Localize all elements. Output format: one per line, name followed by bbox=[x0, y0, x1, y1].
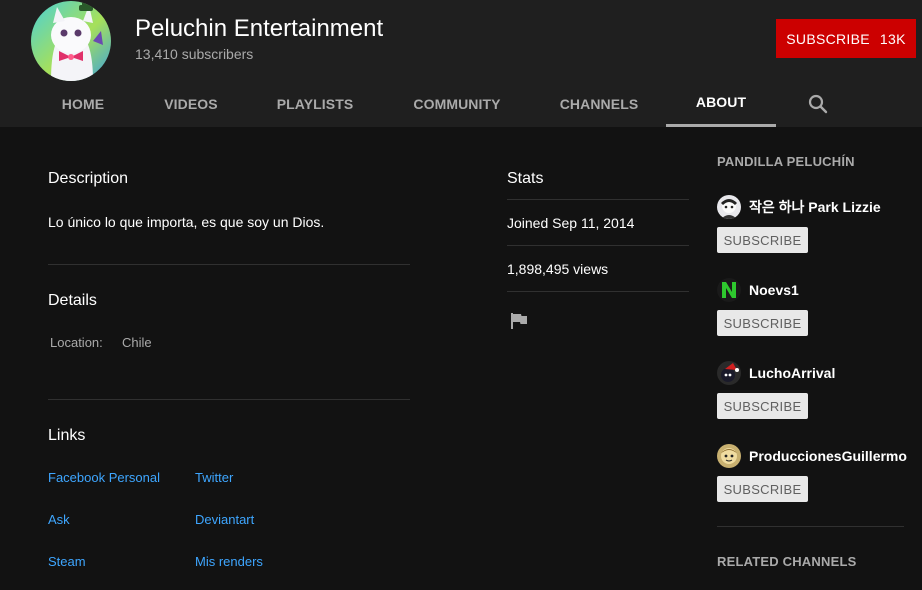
channel-avatar[interactable] bbox=[717, 278, 741, 302]
featured-channel-name[interactable]: LuchoArrival bbox=[749, 365, 835, 381]
channel-header: Peluchin Entertainment 13,410 subscriber… bbox=[0, 0, 922, 127]
subscribe-label: SUBSCRIBE bbox=[786, 30, 870, 47]
description-text: Lo único lo que importa, es que soy un D… bbox=[48, 214, 325, 230]
featured-channel-item[interactable]: ProduccionesGuillermo bbox=[717, 444, 907, 468]
flag-icon[interactable] bbox=[510, 312, 528, 330]
channel-tabs: HOME VIDEOS PLAYLISTS COMMUNITY CHANNELS… bbox=[0, 80, 922, 127]
tab-home[interactable]: HOME bbox=[46, 80, 120, 127]
tab-channels[interactable]: CHANNELS bbox=[550, 80, 648, 127]
section-divider bbox=[507, 245, 689, 246]
joined-date: Joined Sep 11, 2014 bbox=[507, 215, 635, 231]
description-title: Description bbox=[48, 170, 129, 187]
link-steam[interactable]: Steam bbox=[48, 554, 86, 569]
subscribe-count: 13K bbox=[879, 30, 906, 47]
section-divider bbox=[717, 526, 904, 527]
link-mis-renders[interactable]: Mis renders bbox=[195, 554, 263, 569]
details-title: Details bbox=[48, 292, 97, 309]
featured-subscribe-button[interactable]: SUBSCRIBE bbox=[717, 476, 808, 502]
channel-avatar[interactable] bbox=[717, 444, 741, 468]
featured-channel-item[interactable]: LuchoArrival bbox=[717, 361, 907, 385]
location-value: Chile bbox=[122, 335, 152, 350]
link-twitter[interactable]: Twitter bbox=[195, 470, 233, 485]
view-count: 1,898,495 views bbox=[507, 261, 609, 277]
featured-channel-name[interactable]: Noevs1 bbox=[749, 282, 799, 298]
featured-channels-heading: PANDILLA PELUCHÍN bbox=[717, 154, 855, 169]
section-divider bbox=[507, 291, 689, 292]
channel-avatar[interactable] bbox=[31, 1, 111, 81]
featured-subscribe-button[interactable]: SUBSCRIBE bbox=[717, 393, 808, 419]
featured-channel-item[interactable]: Noevs1 bbox=[717, 278, 907, 302]
section-divider bbox=[507, 199, 689, 200]
link-ask[interactable]: Ask bbox=[48, 512, 70, 527]
location-label: Location: bbox=[50, 335, 103, 350]
featured-channel-name[interactable]: ProduccionesGuillermo bbox=[749, 448, 907, 464]
section-divider bbox=[48, 264, 410, 265]
link-facebook-personal[interactable]: Facebook Personal bbox=[48, 470, 160, 485]
channel-name: Peluchin Entertainment bbox=[135, 15, 384, 42]
tab-playlists[interactable]: PLAYLISTS bbox=[266, 80, 364, 127]
channel-avatar[interactable] bbox=[717, 361, 741, 385]
subscribe-button[interactable]: SUBSCRIBE 13K bbox=[776, 19, 916, 58]
stats-title: Stats bbox=[507, 170, 544, 187]
tab-community[interactable]: COMMUNITY bbox=[400, 80, 514, 127]
featured-channel-item[interactable]: 작은 하나 Park Lizzie bbox=[717, 195, 907, 219]
section-divider bbox=[48, 399, 410, 400]
search-icon[interactable] bbox=[806, 92, 830, 116]
tab-videos[interactable]: VIDEOS bbox=[155, 80, 227, 127]
featured-channel-name[interactable]: 작은 하나 Park Lizzie bbox=[749, 197, 881, 217]
channel-avatar[interactable] bbox=[717, 195, 741, 219]
related-channels-heading: RELATED CHANNELS bbox=[717, 554, 857, 569]
subscriber-count: 13,410 subscribers bbox=[135, 46, 254, 62]
tab-about[interactable]: ABOUT bbox=[666, 80, 776, 127]
featured-subscribe-button[interactable]: SUBSCRIBE bbox=[717, 310, 808, 336]
links-title: Links bbox=[48, 427, 86, 444]
link-deviantart[interactable]: Deviantart bbox=[195, 512, 254, 527]
featured-subscribe-button[interactable]: SUBSCRIBE bbox=[717, 227, 808, 253]
